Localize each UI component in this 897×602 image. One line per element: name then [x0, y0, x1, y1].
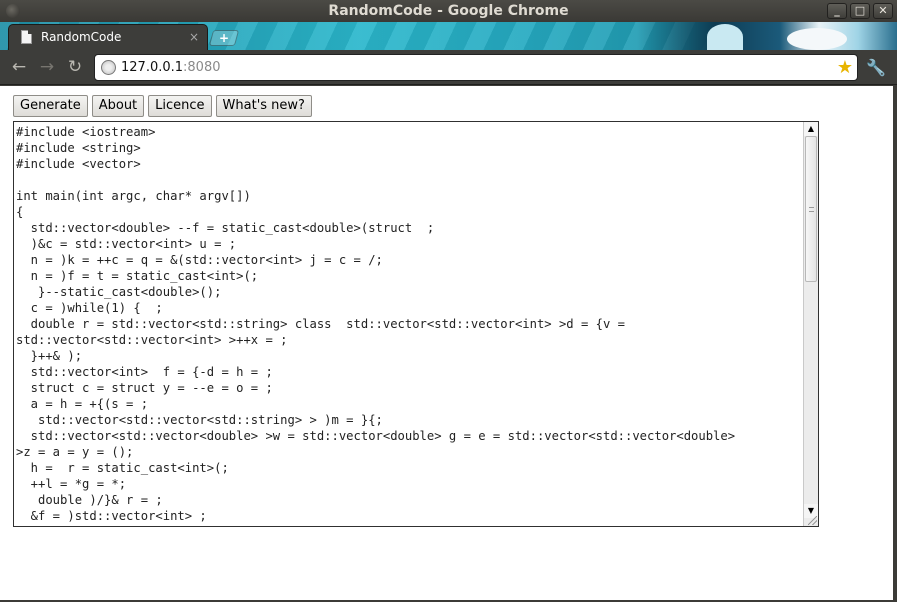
tab-title: RandomCode: [41, 30, 122, 44]
url-port: :8080: [183, 60, 221, 75]
window-title-bar: RandomCode - Google Chrome _ □ ✕: [0, 0, 897, 22]
page-icon: [21, 30, 32, 44]
whats-new-button[interactable]: What's new?: [215, 95, 312, 117]
bookmark-star-icon[interactable]: ★: [837, 55, 853, 80]
page-content: Generate About Licence What's new? #incl…: [0, 86, 895, 600]
window-controls: _ □ ✕: [827, 3, 893, 19]
code-textarea[interactable]: #include <iostream> #include <string> #i…: [13, 121, 819, 527]
close-window-button[interactable]: ✕: [873, 3, 893, 19]
scroll-up-arrow-icon[interactable]: ▲: [804, 122, 818, 136]
window-title: RandomCode - Google Chrome: [328, 3, 569, 19]
close-tab-icon[interactable]: ×: [189, 25, 199, 49]
address-bar[interactable]: 127.0.0.1:8080 ★: [94, 54, 858, 81]
scrollbar-thumb[interactable]: [805, 136, 817, 282]
forward-button[interactable]: →: [36, 56, 58, 78]
new-tab-button[interactable]: +: [208, 30, 240, 46]
plus-icon: +: [218, 31, 230, 45]
tab-randomcode[interactable]: RandomCode ×: [8, 24, 208, 50]
maximize-button[interactable]: □: [850, 3, 870, 19]
resize-handle-icon[interactable]: [808, 516, 817, 525]
tab-strip: RandomCode × +: [0, 22, 897, 50]
generate-button[interactable]: Generate: [13, 95, 88, 117]
window-menu-icon[interactable]: [6, 4, 20, 18]
browser-toolbar: ← → ↻ 127.0.0.1:8080 ★ 🔧: [0, 50, 897, 85]
globe-icon: [101, 60, 116, 75]
action-buttons: Generate About Licence What's new?: [13, 95, 312, 117]
wrench-menu-icon[interactable]: 🔧: [866, 58, 886, 77]
minimize-button[interactable]: _: [827, 3, 847, 19]
vertical-scrollbar[interactable]: ▲ ▼: [803, 122, 818, 526]
grip-icon: [809, 207, 814, 212]
generated-code[interactable]: #include <iostream> #include <string> #i…: [16, 124, 802, 526]
reload-button[interactable]: ↻: [64, 56, 86, 78]
about-button[interactable]: About: [91, 95, 145, 117]
theme-artwork: [637, 22, 897, 50]
url-host: 127.0.0.1: [121, 60, 184, 75]
back-button[interactable]: ←: [8, 56, 30, 78]
licence-button[interactable]: Licence: [148, 95, 212, 117]
